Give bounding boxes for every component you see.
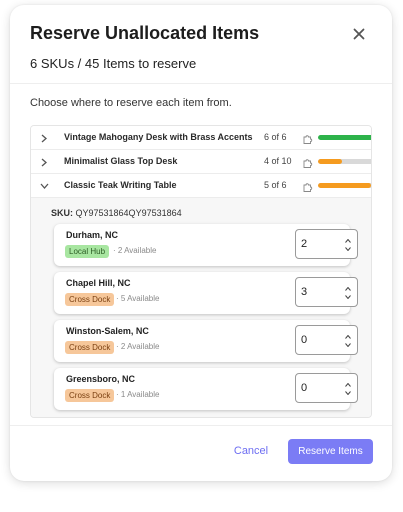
progress-bar (318, 159, 371, 164)
quantity-value[interactable]: 2 (301, 238, 307, 250)
location-available: · 2 Available (116, 342, 160, 351)
item-row[interactable]: Vintage Mahogany Desk with Brass Accents… (31, 126, 371, 150)
spinner-icon[interactable] (345, 383, 351, 395)
location-tag: Local Hub (65, 245, 110, 258)
item-count: 6 of 6 (264, 132, 287, 142)
close-icon[interactable] (348, 23, 370, 45)
location-city: Chapel Hill, NC (66, 278, 131, 288)
location-city: Winston-Salem, NC (66, 326, 149, 336)
quantity-stepper[interactable]: 0 (295, 325, 358, 355)
expanded-panel: SKU: QY97531864QY97531864 Durham, NC Loc… (31, 198, 371, 417)
location-card: Durham, NC Local Hub · 2 Available 2 (54, 224, 358, 266)
location-available: · 2 Available (113, 246, 157, 255)
location-tag: Cross Dock (65, 341, 115, 354)
chevron-right-icon[interactable] (39, 133, 49, 143)
header-divider (10, 83, 392, 84)
progress-bar (318, 135, 371, 140)
location-tag: Cross Dock (65, 293, 115, 306)
progress-bar (318, 183, 371, 188)
quantity-value[interactable]: 0 (301, 334, 307, 346)
chevron-right-icon[interactable] (39, 157, 49, 167)
sku-value: QY97531864QY97531864 (75, 208, 182, 218)
reserve-dialog: Reserve Unallocated Items 6 SKUs / 45 It… (10, 5, 392, 481)
item-count: 4 of 10 (264, 156, 292, 166)
spinner-icon[interactable] (345, 287, 351, 299)
progress-fill (318, 183, 371, 188)
progress-fill (318, 135, 371, 140)
location-card: Winston-Salem, NC Cross Dock · 2 Availab… (54, 320, 358, 362)
progress-fill (318, 159, 342, 164)
sku-line: SKU: QY97531864QY97531864 (51, 208, 182, 218)
quantity-stepper[interactable]: 2 (295, 229, 358, 259)
quantity-value[interactable]: 3 (301, 286, 307, 298)
item-name: Minimalist Glass Top Desk (64, 156, 178, 166)
quantity-stepper[interactable]: 0 (295, 373, 358, 403)
item-name: Classic Teak Writing Table (64, 180, 177, 190)
chevron-down-icon[interactable] (39, 181, 49, 191)
location-available: · 5 Available (116, 294, 160, 303)
location-card: Chapel Hill, NC Cross Dock · 5 Available… (54, 272, 358, 314)
quantity-stepper[interactable]: 3 (295, 277, 358, 307)
spinner-icon[interactable] (345, 239, 351, 251)
cancel-button[interactable]: Cancel (230, 445, 272, 461)
location-city: Greensboro, NC (66, 374, 136, 384)
location-city: Durham, NC (66, 230, 119, 240)
reserve-items-button[interactable]: Reserve Items (288, 439, 373, 464)
sku-label: SKU: (51, 208, 73, 218)
instruction-text: Choose where to reserve each item from. (30, 97, 232, 109)
item-count: 5 of 6 (264, 180, 287, 190)
dialog-summary: 6 SKUs / 45 Items to reserve (30, 56, 197, 71)
quantity-value[interactable]: 0 (301, 382, 307, 394)
item-name: Vintage Mahogany Desk with Brass Accents (64, 132, 253, 142)
item-row[interactable]: Minimalist Glass Top Desk 4 of 10 (31, 150, 371, 174)
footer-divider (10, 425, 392, 426)
location-tag: Cross Dock (65, 389, 115, 402)
dialog-title: Reserve Unallocated Items (30, 23, 260, 43)
puzzle-icon (302, 180, 313, 192)
location-card: Greensboro, NC Cross Dock · 1 Available … (54, 368, 358, 410)
item-row[interactable]: Classic Teak Writing Table 5 of 6 (31, 174, 371, 198)
item-list: Vintage Mahogany Desk with Brass Accents… (30, 125, 372, 418)
puzzle-icon (302, 156, 313, 168)
spinner-icon[interactable] (345, 335, 351, 347)
puzzle-icon (302, 132, 313, 144)
location-available: · 1 Available (116, 390, 160, 399)
